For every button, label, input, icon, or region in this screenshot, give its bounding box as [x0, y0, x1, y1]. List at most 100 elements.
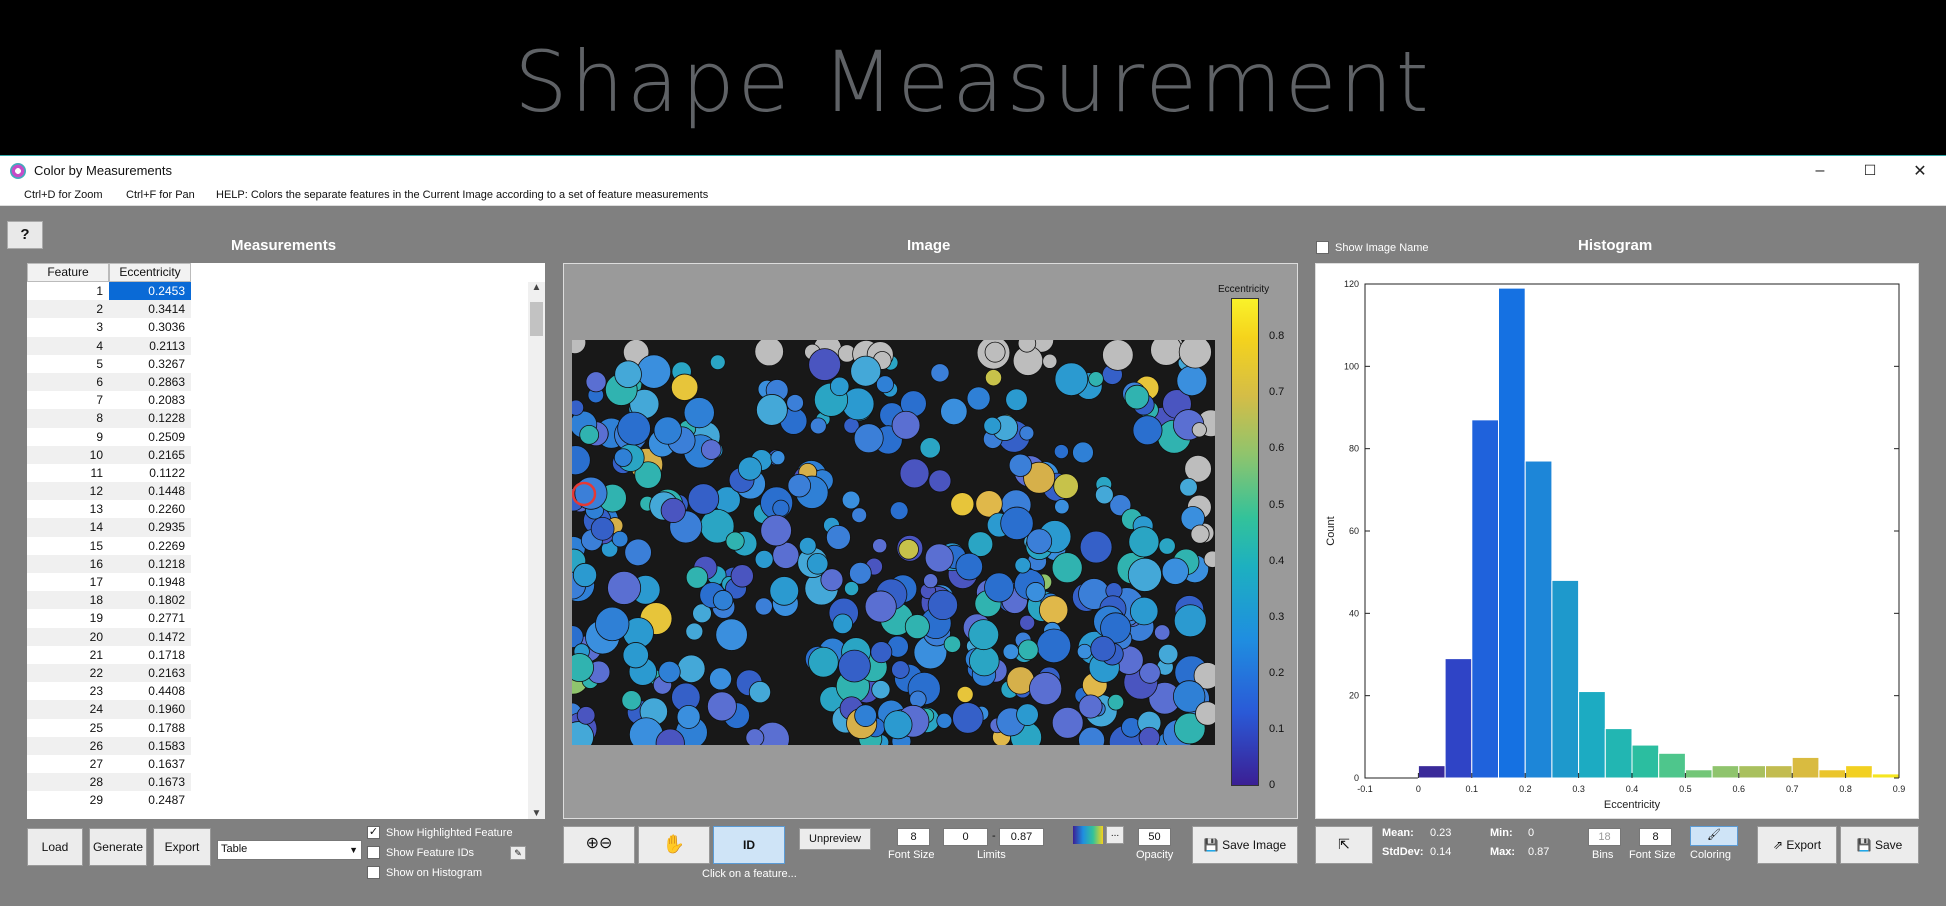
feature-id-cell[interactable]: 28 — [27, 773, 109, 792]
particle[interactable] — [928, 469, 952, 493]
particle[interactable] — [898, 539, 919, 560]
table-row[interactable]: 16 0.1218 — [27, 554, 191, 573]
particle[interactable] — [940, 397, 968, 426]
eccentricity-cell[interactable]: 0.1718 — [109, 645, 191, 664]
particle[interactable] — [983, 416, 1002, 435]
feature-id-cell[interactable]: 11 — [27, 463, 109, 483]
particle[interactable] — [904, 614, 930, 640]
particle[interactable] — [712, 590, 734, 611]
particle[interactable] — [1078, 694, 1103, 719]
particle[interactable] — [1076, 643, 1093, 660]
particle[interactable] — [653, 416, 682, 445]
particle[interactable] — [883, 710, 913, 740]
particle[interactable] — [670, 373, 699, 401]
particle[interactable] — [956, 685, 974, 703]
particle[interactable] — [585, 371, 607, 393]
particle[interactable] — [808, 348, 842, 381]
particle[interactable] — [891, 410, 921, 440]
bins-input[interactable]: 18 — [1588, 828, 1621, 846]
particle[interactable] — [853, 423, 884, 454]
particle[interactable] — [826, 524, 851, 550]
histogram-bar[interactable] — [1604, 728, 1633, 779]
histogram-bar[interactable] — [1524, 460, 1553, 779]
particle[interactable] — [701, 439, 722, 460]
feature-id-cell[interactable]: 12 — [27, 482, 109, 501]
table-row[interactable]: 9 0.2509 — [27, 427, 191, 446]
table-row[interactable]: 1 0.2453 — [27, 282, 191, 301]
table-row[interactable]: 7 0.2083 — [27, 391, 191, 410]
particle[interactable] — [576, 706, 596, 725]
particle[interactable] — [952, 702, 984, 734]
particle[interactable] — [1124, 384, 1150, 410]
particle[interactable] — [687, 483, 720, 515]
close-button[interactable]: ✕ — [1895, 156, 1945, 185]
show-highlighted-checkbox[interactable]: ✓ Show Highlighted Feature — [367, 826, 513, 839]
select-feature-icon[interactable]: ⇱ — [1315, 826, 1373, 864]
particle[interactable] — [872, 538, 888, 554]
feature-id-cell[interactable]: 19 — [27, 609, 109, 628]
particle[interactable] — [968, 619, 1000, 651]
table-row[interactable]: 10 0.2165 — [27, 445, 191, 464]
particle[interactable] — [1054, 498, 1070, 515]
particle[interactable] — [572, 445, 591, 476]
particle[interactable] — [809, 417, 827, 435]
particle[interactable] — [1008, 453, 1033, 477]
table-row[interactable]: 15 0.2269 — [27, 536, 191, 555]
particle[interactable] — [924, 543, 954, 573]
feature-id-cell[interactable]: 5 — [27, 354, 109, 373]
eccentricity-cell[interactable]: 0.3036 — [109, 318, 191, 337]
feature-id-cell[interactable]: 15 — [27, 536, 109, 555]
feature-id-cell[interactable]: 2 — [27, 300, 109, 319]
col-eccentricity[interactable]: Eccentricity — [109, 263, 191, 282]
eccentricity-cell[interactable]: 0.2269 — [109, 536, 191, 555]
show-on-histogram-checkbox[interactable]: Show on Histogram — [367, 866, 482, 879]
feature-id-cell[interactable]: 13 — [27, 500, 109, 519]
eccentricity-cell[interactable]: 0.2260 — [109, 500, 191, 519]
eccentricity-cell[interactable]: 0.1583 — [109, 736, 191, 755]
particle[interactable] — [1053, 444, 1069, 460]
feature-id-cell[interactable]: 16 — [27, 554, 109, 573]
particle[interactable] — [636, 354, 672, 389]
particle[interactable] — [748, 680, 772, 704]
help-button[interactable]: ? — [7, 221, 43, 249]
particle[interactable] — [607, 570, 642, 605]
histogram-bar[interactable] — [1471, 419, 1500, 779]
eccentricity-cell[interactable]: 0.2509 — [109, 427, 191, 446]
eccentricity-cell[interactable]: 0.2163 — [109, 663, 191, 683]
particle[interactable] — [772, 499, 790, 517]
table-row[interactable]: 20 0.1472 — [27, 627, 191, 646]
feature-id-cell[interactable]: 20 — [27, 627, 109, 646]
particle[interactable] — [1029, 672, 1063, 706]
particle[interactable] — [786, 394, 804, 412]
load-button[interactable]: Load — [27, 828, 83, 866]
histogram-bar[interactable] — [1738, 765, 1766, 779]
eccentricity-cell[interactable]: 0.2771 — [109, 609, 191, 628]
checkbox-checked[interactable]: ✓ — [367, 826, 380, 839]
particle[interactable] — [1190, 524, 1210, 544]
measurements-table[interactable]: Feature Eccentricity 1 0.2453 2 0.3414 3 0.30… — [27, 263, 545, 819]
particle[interactable] — [595, 606, 630, 642]
image-panel[interactable]: Eccentricity 0.8 0.7 0.6 0.5 0.4 0.3 0.2 0.1 0 — [563, 263, 1298, 819]
export-table-button[interactable]: Export — [153, 828, 211, 866]
feature-id-cell[interactable]: 18 — [27, 591, 109, 610]
unpreview-button[interactable]: Unpreview — [799, 828, 871, 850]
particle[interactable] — [1107, 693, 1125, 711]
particle[interactable] — [707, 691, 737, 722]
particle[interactable] — [1088, 371, 1104, 387]
particle[interactable] — [685, 566, 709, 589]
particle[interactable] — [1090, 636, 1116, 662]
particle[interactable] — [715, 618, 748, 651]
show-feature-ids-checkbox[interactable]: Show Feature IDs — [367, 846, 474, 859]
particle[interactable] — [624, 538, 652, 567]
particle[interactable] — [1042, 353, 1058, 369]
feature-id-cell[interactable]: 7 — [27, 391, 109, 410]
particle[interactable] — [1025, 582, 1046, 603]
particle[interactable] — [579, 424, 600, 445]
show-image-name-checkbox[interactable]: Show Image Name — [1316, 241, 1429, 254]
checkbox-unchecked[interactable] — [367, 846, 380, 859]
export-hist-button[interactable]: ⇗ Export — [1757, 826, 1837, 864]
particle[interactable] — [870, 641, 893, 664]
particle[interactable] — [617, 411, 651, 446]
table-row[interactable]: 23 0.4408 — [27, 682, 191, 701]
scroll-thumb[interactable] — [530, 302, 543, 336]
